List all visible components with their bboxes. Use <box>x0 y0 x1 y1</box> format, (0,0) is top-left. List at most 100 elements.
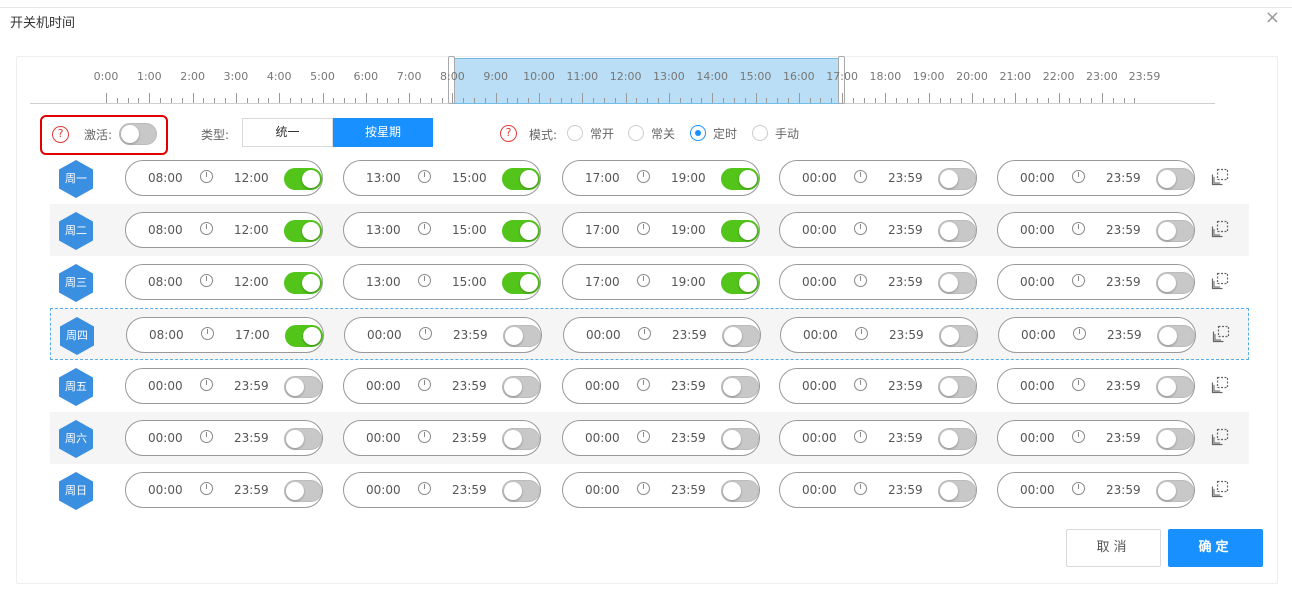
slot-end-time[interactable]: 23:59 <box>234 483 269 497</box>
slot-start-time[interactable]: 00:00 <box>367 328 402 342</box>
slot-enable-toggle[interactable] <box>721 168 759 190</box>
time-slot[interactable]: 00:00 23:59 <box>779 368 977 404</box>
time-slot[interactable]: 00:00 23:59 <box>998 317 1196 353</box>
slot-end-time[interactable]: 23:59 <box>1106 431 1141 445</box>
slot-end-time[interactable]: 19:00 <box>671 171 706 185</box>
slot-end-time[interactable]: 23:59 <box>888 431 923 445</box>
slot-end-time[interactable]: 23:59 <box>671 379 706 393</box>
slot-enable-toggle[interactable] <box>721 272 759 294</box>
cancel-button[interactable]: 取消 <box>1066 529 1161 567</box>
day-row[interactable]: 周四 08:00 17:00 00:00 23:59 00:00 23:59 00:00 23:… <box>50 308 1249 360</box>
time-slot[interactable]: 08:00 12:00 <box>125 160 323 196</box>
slot-start-time[interactable]: 00:00 <box>148 379 183 393</box>
slot-enable-toggle[interactable] <box>1157 325 1195 347</box>
slot-end-time[interactable]: 23:59 <box>1106 379 1141 393</box>
time-slot[interactable]: 00:00 23:59 <box>779 472 977 508</box>
slot-end-time[interactable]: 23:59 <box>889 328 924 342</box>
copy-icon[interactable] <box>1211 220 1229 238</box>
slot-end-time[interactable]: 12:00 <box>234 275 269 289</box>
mode-radio-timed[interactable] <box>690 125 706 141</box>
slot-start-time[interactable]: 00:00 <box>585 483 620 497</box>
time-slot[interactable]: 00:00 23:59 <box>125 368 323 404</box>
time-slot[interactable]: 08:00 12:00 <box>125 212 323 248</box>
time-slot[interactable]: 13:00 15:00 <box>343 264 541 300</box>
time-slot[interactable]: 00:00 23:59 <box>562 368 760 404</box>
help-icon[interactable]: ? <box>52 126 69 143</box>
slot-start-time[interactable]: 00:00 <box>802 379 837 393</box>
slot-enable-toggle[interactable] <box>502 220 540 242</box>
slot-start-time[interactable]: 00:00 <box>586 328 621 342</box>
time-slot[interactable]: 00:00 23:59 <box>779 420 977 456</box>
slot-enable-toggle[interactable] <box>285 325 323 347</box>
time-slot[interactable]: 00:00 23:59 <box>562 472 760 508</box>
slot-end-time[interactable]: 23:59 <box>671 431 706 445</box>
slot-end-time[interactable]: 23:59 <box>1106 171 1141 185</box>
slot-enable-toggle[interactable] <box>938 480 976 502</box>
time-slot[interactable]: 13:00 15:00 <box>343 212 541 248</box>
slot-end-time[interactable]: 15:00 <box>452 223 487 237</box>
slot-start-time[interactable]: 00:00 <box>1020 275 1055 289</box>
slot-end-time[interactable]: 23:59 <box>1106 275 1141 289</box>
slot-start-time[interactable]: 08:00 <box>148 275 183 289</box>
slot-enable-toggle[interactable] <box>502 480 540 502</box>
slot-enable-toggle[interactable] <box>938 168 976 190</box>
slot-start-time[interactable]: 13:00 <box>366 223 401 237</box>
day-row[interactable]: 周一 08:00 12:00 13:00 15:00 17:00 19:00 00:00 23:… <box>50 152 1249 204</box>
slot-enable-toggle[interactable] <box>284 376 322 398</box>
slot-start-time[interactable]: 17:00 <box>585 223 620 237</box>
time-slot[interactable]: 00:00 23:59 <box>997 160 1195 196</box>
slot-end-time[interactable]: 23:59 <box>888 223 923 237</box>
slot-start-time[interactable]: 00:00 <box>366 431 401 445</box>
slot-enable-toggle[interactable] <box>502 376 540 398</box>
slot-start-time[interactable]: 00:00 <box>148 431 183 445</box>
slot-end-time[interactable]: 23:59 <box>672 328 707 342</box>
slot-end-time[interactable]: 23:59 <box>1107 328 1142 342</box>
slot-start-time[interactable]: 08:00 <box>148 171 183 185</box>
day-row[interactable]: 周五 00:00 23:59 00:00 23:59 00:00 23:59 00:00 23:… <box>50 360 1249 412</box>
slot-start-time[interactable]: 00:00 <box>585 431 620 445</box>
time-slot[interactable]: 00:00 23:59 <box>779 264 977 300</box>
time-slot[interactable]: 00:00 23:59 <box>779 160 977 196</box>
slot-enable-toggle[interactable] <box>1156 168 1194 190</box>
time-slot[interactable]: 00:00 23:59 <box>563 317 761 353</box>
time-ruler[interactable]: 0:00 1:00 2:00 3:00 4:00 5:00 6:00 7:00 8:00 9:00… <box>0 0 1292 110</box>
slot-start-time[interactable]: 00:00 <box>802 171 837 185</box>
slot-start-time[interactable]: 00:00 <box>803 328 838 342</box>
slot-start-time[interactable]: 00:00 <box>366 483 401 497</box>
copy-icon[interactable] <box>1212 325 1230 343</box>
time-slot[interactable]: 13:00 15:00 <box>343 160 541 196</box>
time-slot[interactable]: 00:00 23:59 <box>562 420 760 456</box>
slot-start-time[interactable]: 00:00 <box>802 223 837 237</box>
slot-start-time[interactable]: 00:00 <box>802 431 837 445</box>
slot-enable-toggle[interactable] <box>1156 272 1194 294</box>
copy-icon[interactable] <box>1211 428 1229 446</box>
time-slot[interactable]: 00:00 23:59 <box>343 368 541 404</box>
time-slot[interactable]: 00:00 23:59 <box>997 264 1195 300</box>
slot-enable-toggle[interactable] <box>284 480 322 502</box>
slot-enable-toggle[interactable] <box>938 272 976 294</box>
slot-end-time[interactable]: 23:59 <box>671 483 706 497</box>
slot-enable-toggle[interactable] <box>938 376 976 398</box>
time-slot[interactable]: 00:00 23:59 <box>997 420 1195 456</box>
slot-end-time[interactable]: 15:00 <box>452 171 487 185</box>
slot-end-time[interactable]: 23:59 <box>453 328 488 342</box>
slot-end-time[interactable]: 23:59 <box>888 171 923 185</box>
mode-help-icon[interactable]: ? <box>500 125 517 142</box>
slot-start-time[interactable]: 00:00 <box>802 483 837 497</box>
slot-start-time[interactable]: 08:00 <box>149 328 184 342</box>
slot-enable-toggle[interactable] <box>1156 376 1194 398</box>
mode-radio-always-on[interactable] <box>567 125 583 141</box>
slot-enable-toggle[interactable] <box>1156 480 1194 502</box>
slot-end-time[interactable]: 12:00 <box>234 171 269 185</box>
slot-end-time[interactable]: 19:00 <box>671 275 706 289</box>
slot-start-time[interactable]: 08:00 <box>148 223 183 237</box>
slot-end-time[interactable]: 23:59 <box>452 483 487 497</box>
type-option-unified[interactable]: 统一 <box>242 118 333 147</box>
time-slot[interactable]: 08:00 17:00 <box>126 317 324 353</box>
slot-start-time[interactable]: 00:00 <box>148 483 183 497</box>
slot-end-time[interactable]: 23:59 <box>1106 223 1141 237</box>
slot-end-time[interactable]: 19:00 <box>671 223 706 237</box>
slot-end-time[interactable]: 23:59 <box>452 431 487 445</box>
time-slot[interactable]: 17:00 19:00 <box>562 212 760 248</box>
slot-end-time[interactable]: 23:59 <box>452 379 487 393</box>
